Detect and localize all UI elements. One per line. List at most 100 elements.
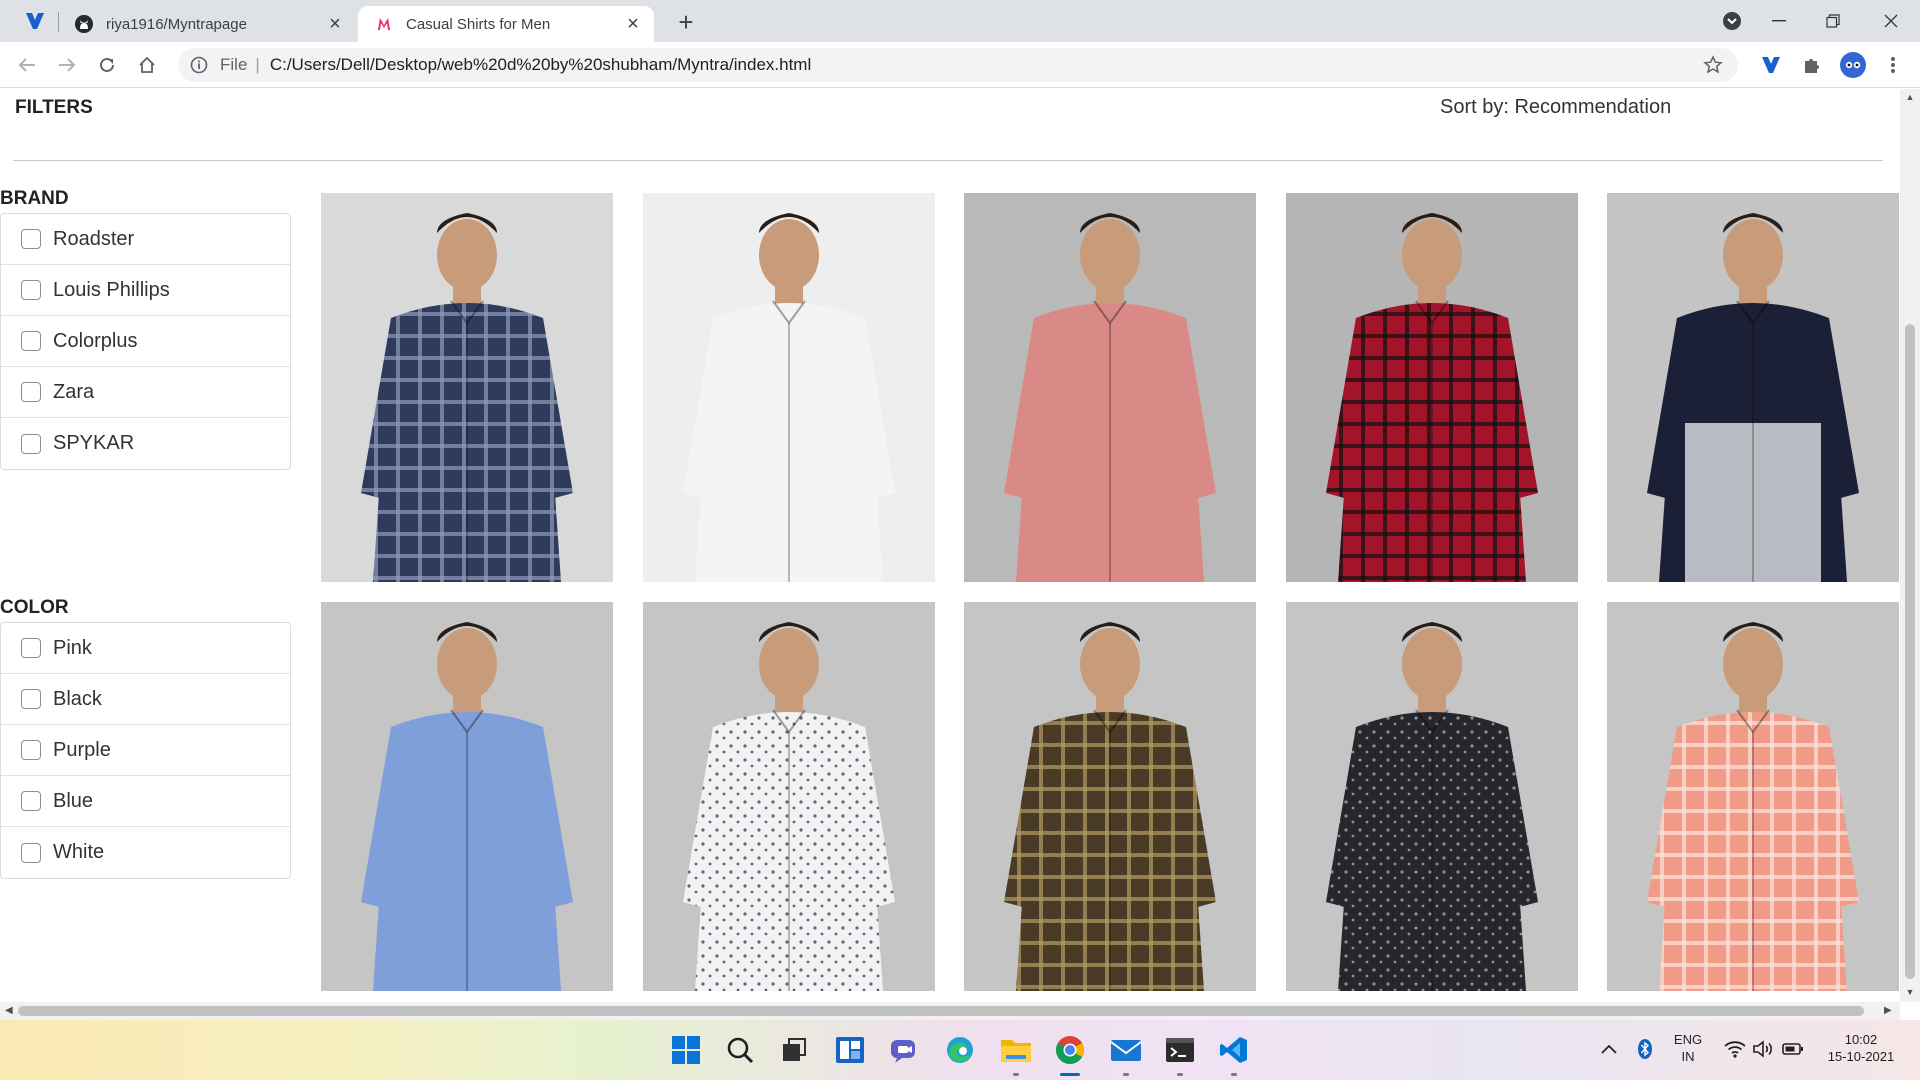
input-language[interactable]: ENG IN (1664, 1031, 1712, 1065)
product-card[interactable] (1607, 602, 1899, 991)
product-card[interactable] (642, 193, 935, 582)
product-card[interactable] (1285, 193, 1578, 582)
vpn-extension-button[interactable] (1758, 52, 1784, 78)
brand-option-label: Zara (53, 380, 95, 403)
scroll-right-icon[interactable]: ▶ (1884, 1005, 1892, 1016)
show-hidden-icons-button[interactable] (1596, 1034, 1622, 1064)
horizontal-scrollbar[interactable]: ◀ ▶ (0, 1002, 1900, 1020)
color-filter-heading: COLOR (0, 597, 69, 618)
brand-option[interactable]: Zara (1, 367, 290, 418)
extensions-button[interactable] (1799, 52, 1825, 78)
brand-option[interactable]: Louis Phillips (1, 265, 290, 316)
scrollbar-thumb[interactable] (1905, 324, 1915, 979)
search-button[interactable] (722, 1032, 758, 1068)
site-info-icon[interactable] (188, 54, 210, 76)
pinned-extension-tab[interactable] (20, 10, 50, 32)
minimize-button[interactable] (1756, 0, 1802, 42)
product-card[interactable] (1607, 193, 1899, 582)
checkbox[interactable] (21, 280, 41, 300)
address-divider: | (255, 55, 260, 74)
product-image[interactable] (321, 193, 613, 582)
product-card[interactable] (964, 602, 1256, 991)
color-option[interactable]: Black (1, 674, 290, 725)
tab-search-button[interactable] (1710, 0, 1754, 42)
new-tab-button[interactable]: + (672, 7, 700, 37)
reload-icon (100, 57, 114, 72)
checkbox[interactable] (21, 229, 41, 249)
restore-button[interactable] (1810, 0, 1856, 42)
brand-option[interactable]: SPYKAR (1, 418, 290, 469)
close-tab-icon[interactable]: × (620, 11, 646, 37)
checkbox[interactable] (21, 638, 41, 658)
volume-button[interactable] (1748, 1034, 1778, 1064)
product-card[interactable] (321, 602, 613, 991)
product-image[interactable] (964, 602, 1256, 991)
color-option[interactable]: Pink (1, 623, 290, 674)
terminal-button[interactable] (1162, 1032, 1198, 1068)
teams-chat-button[interactable] (886, 1032, 922, 1068)
product-card[interactable] (964, 193, 1256, 582)
widgets-button[interactable] (832, 1032, 868, 1068)
scroll-up-icon[interactable]: ▲ (1904, 92, 1916, 102)
product-image[interactable] (321, 602, 613, 991)
bluetooth-button[interactable] (1632, 1034, 1658, 1064)
checkbox[interactable] (21, 331, 41, 351)
checkbox[interactable] (21, 689, 41, 709)
chrome-button[interactable] (1052, 1032, 1088, 1068)
forward-button[interactable] (52, 50, 82, 80)
bookmark-star-icon[interactable] (1702, 54, 1724, 76)
product-image[interactable] (1607, 193, 1899, 582)
product-card[interactable] (321, 193, 613, 582)
brand-option[interactable]: Roadster (1, 214, 290, 265)
edge-button[interactable] (942, 1032, 978, 1068)
product-image[interactable] (642, 193, 935, 582)
product-image[interactable] (642, 602, 935, 991)
close-tab-icon[interactable]: × (322, 11, 348, 37)
checkbox[interactable] (21, 842, 41, 863)
scrollbar-thumb[interactable] (18, 1006, 1864, 1016)
color-option[interactable]: White (1, 827, 290, 878)
back-button[interactable] (12, 50, 42, 80)
tab-github[interactable]: riya1916/Myntrapage × (60, 6, 356, 42)
battery-icon (1782, 1043, 1803, 1055)
battery-button[interactable] (1778, 1034, 1808, 1064)
mail-button[interactable] (1108, 1032, 1144, 1068)
clock[interactable]: 10:02 15-10-2021 (1816, 1031, 1906, 1065)
arrow-right-icon (59, 58, 76, 72)
product-image[interactable] (1285, 602, 1578, 991)
sort-dropdown[interactable]: Sort by: Recommendation (1440, 96, 1671, 119)
tab-myntra[interactable]: Casual Shirts for Men × (358, 6, 654, 42)
browser-menu-button[interactable] (1880, 52, 1906, 78)
windows-logo-icon (672, 1036, 700, 1064)
color-option[interactable]: Purple (1, 725, 290, 776)
brand-option[interactable]: Colorplus (1, 316, 290, 367)
vertical-scrollbar[interactable]: ▲ ▼ (1900, 89, 1920, 1002)
scroll-left-icon[interactable]: ◀ (5, 1005, 13, 1016)
address-bar[interactable]: File | C:/Users/Dell/Desktop/web%20d%20b… (178, 48, 1738, 82)
checkbox[interactable] (21, 382, 41, 402)
product-image[interactable] (964, 193, 1256, 582)
start-button[interactable] (668, 1032, 704, 1068)
color-option[interactable]: Blue (1, 776, 290, 827)
task-view-button[interactable] (776, 1032, 812, 1068)
product-card[interactable] (642, 602, 935, 991)
product-image[interactable] (1285, 193, 1578, 582)
checkbox[interactable] (21, 791, 41, 811)
product-card[interactable] (1285, 602, 1578, 991)
brand-option-label: Colorplus (53, 329, 138, 352)
url-text[interactable]: C:/Users/Dell/Desktop/web%20d%20by%20shu… (270, 55, 811, 75)
checkbox[interactable] (21, 740, 41, 760)
color-filter-list: Pink Black Purple Blue White (0, 622, 291, 879)
profile-avatar[interactable] (1840, 52, 1866, 78)
vscode-button[interactable] (1216, 1032, 1252, 1068)
file-explorer-button[interactable] (998, 1032, 1034, 1068)
scroll-down-icon[interactable]: ▼ (1904, 987, 1916, 997)
reload-button[interactable] (92, 50, 122, 80)
task-view-icon (783, 1038, 806, 1061)
checkbox[interactable] (21, 433, 41, 454)
close-window-button[interactable] (1866, 0, 1916, 42)
filters-heading: FILTERS (15, 97, 93, 118)
product-image[interactable] (1607, 602, 1899, 991)
home-button[interactable] (132, 50, 162, 80)
wifi-button[interactable] (1720, 1034, 1750, 1064)
